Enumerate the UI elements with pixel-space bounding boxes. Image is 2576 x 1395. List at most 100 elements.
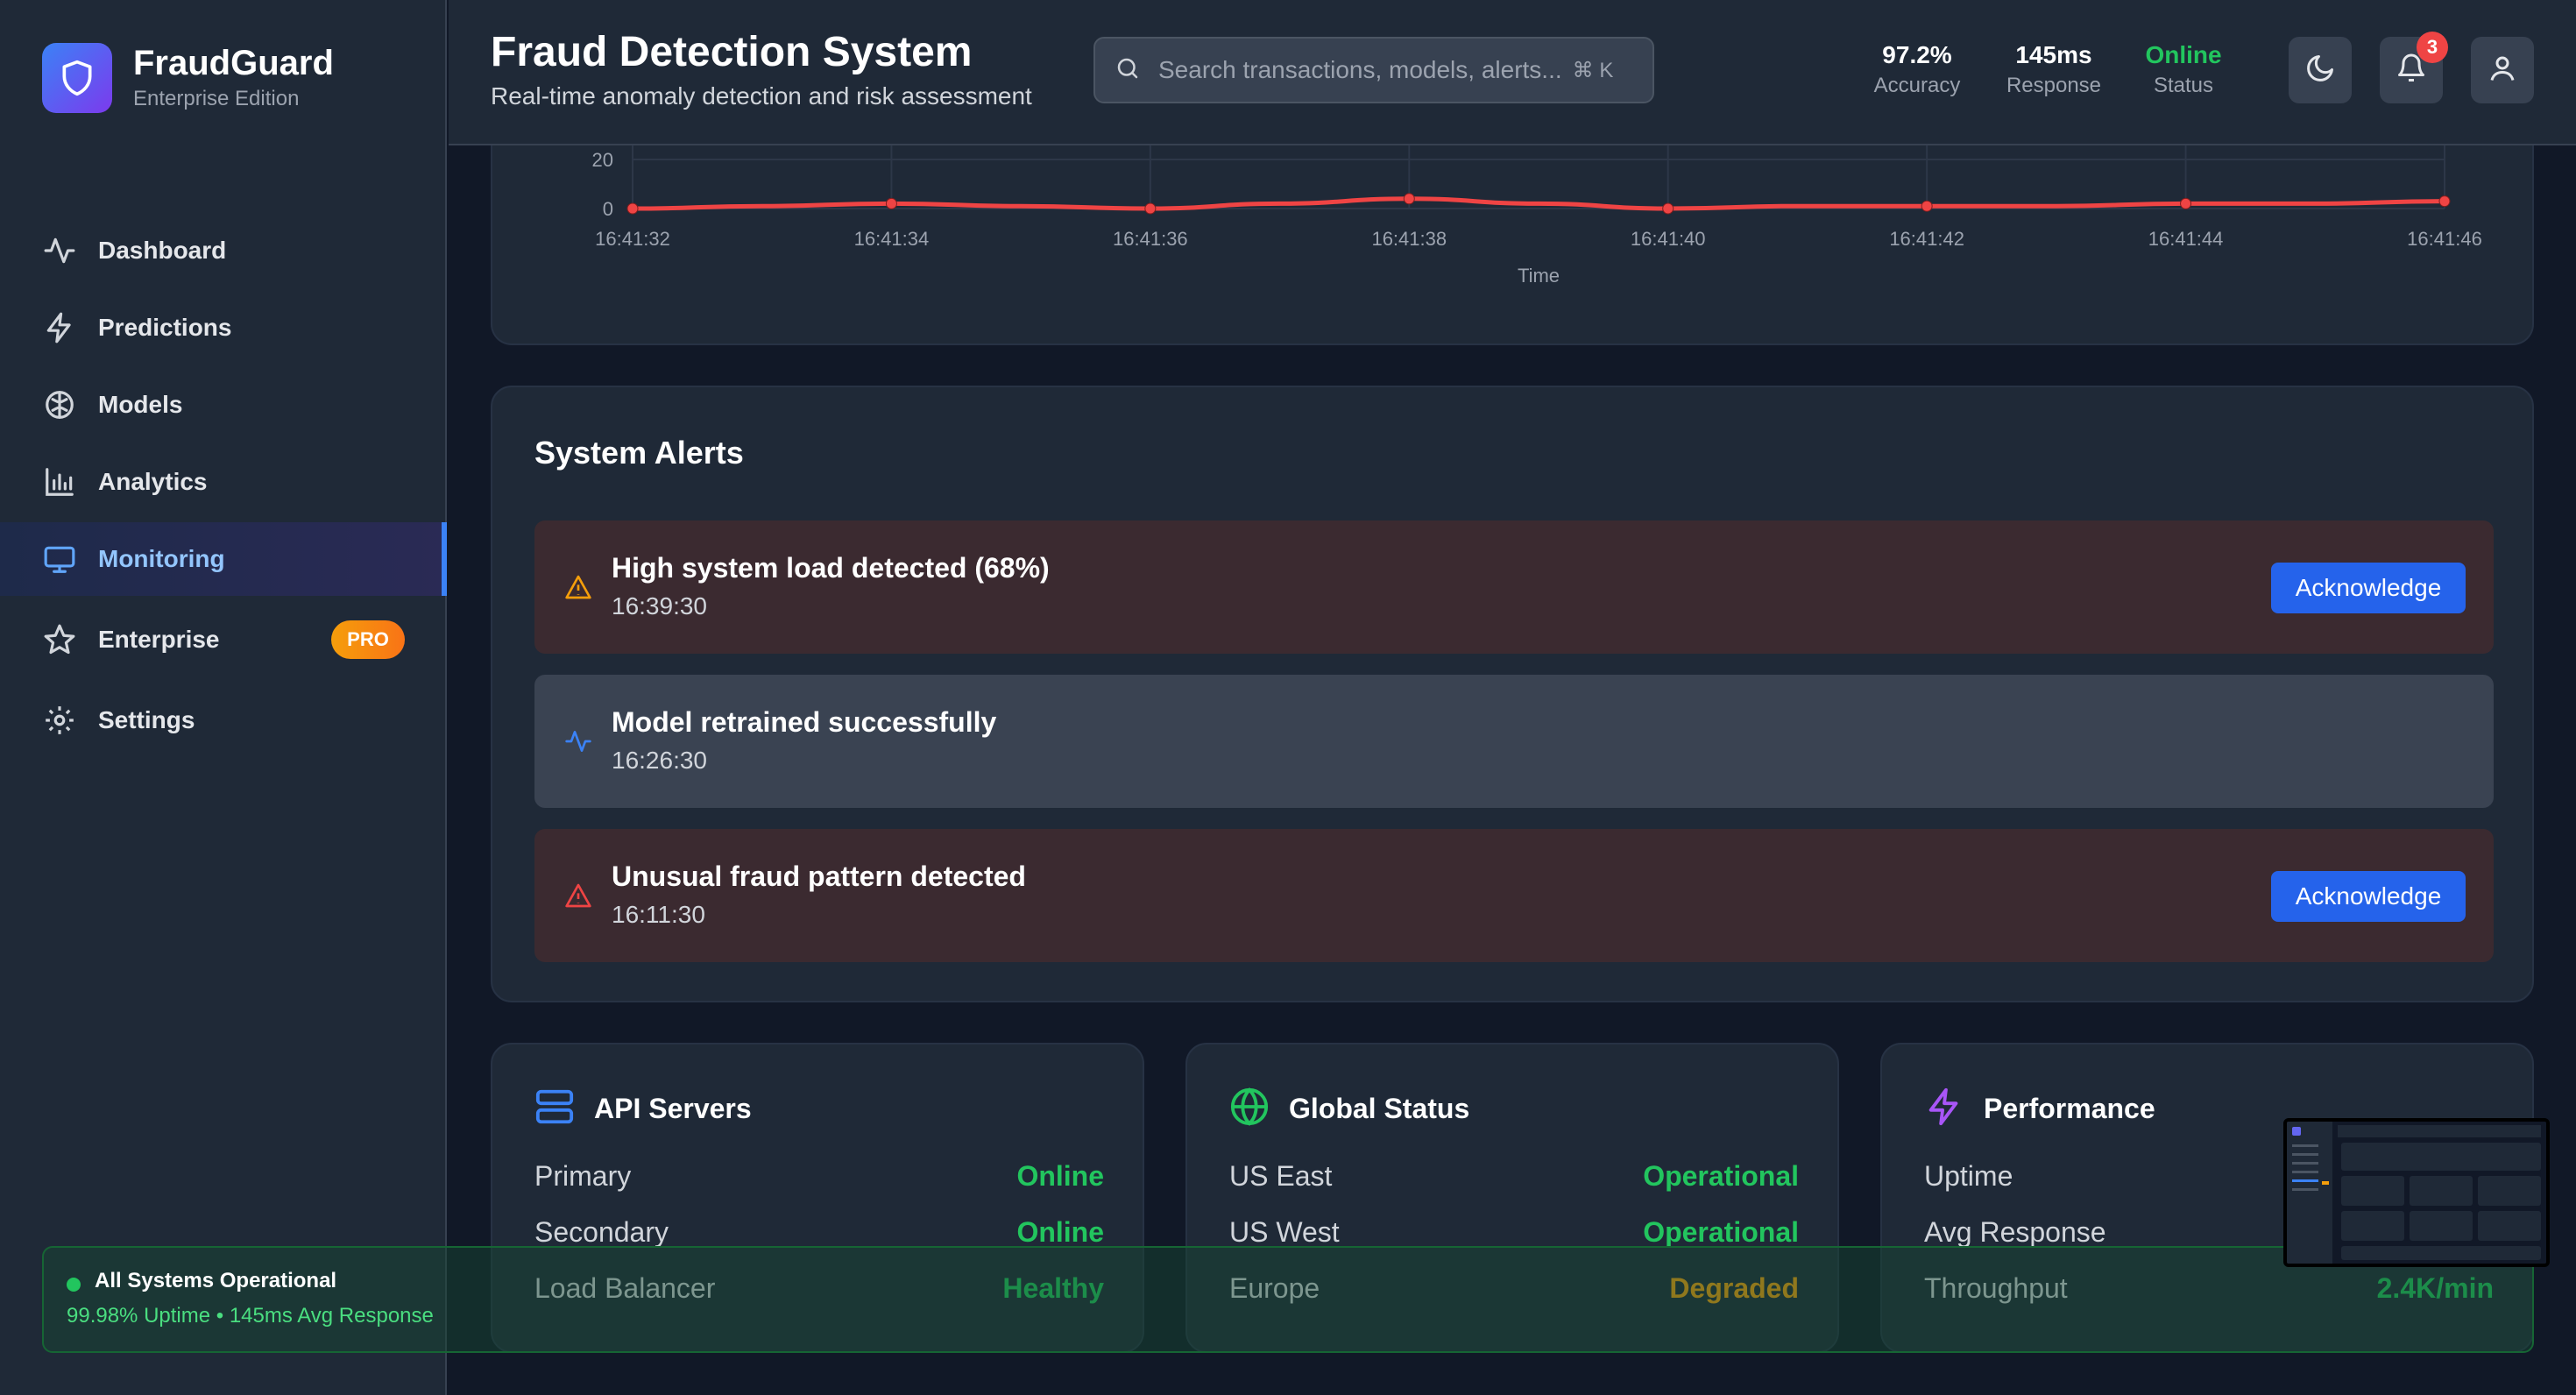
sidebar-item-analytics[interactable]: Analytics (0, 445, 447, 519)
status-label: Primary (534, 1160, 632, 1192)
x-axis-label: Time (1518, 265, 1560, 287)
sidebar: FraudGuard Enterprise Edition Dashboard … (0, 0, 447, 1395)
search-placeholder: Search transactions, models, alerts... (1158, 56, 1562, 83)
acknowledge-button[interactable]: Acknowledge (2271, 563, 2466, 613)
user-menu-button[interactable] (2471, 37, 2534, 103)
sidebar-item-dashboard[interactable]: Dashboard (0, 214, 447, 287)
y-tick-label: 20 (592, 149, 613, 171)
accuracy-stat: 97.2% Accuracy (1865, 39, 1970, 100)
data-point (1144, 202, 1157, 215)
brand-name: FraudGuard (133, 44, 334, 82)
pro-badge: PRO (331, 620, 405, 659)
bolt-icon (42, 310, 77, 345)
sidebar-item-predictions[interactable]: Predictions (0, 291, 447, 365)
stat-value: 97.2% (1882, 41, 1952, 68)
status-label: US West (1229, 1216, 1340, 1248)
alert-item-info: Model retrained successfully 16:26:30 (534, 675, 2494, 808)
system-status-subtitle: 99.98% Uptime • 145ms Avg Response (67, 1304, 434, 1328)
x-tick-label: 16:41:40 (1631, 228, 1706, 250)
card-title: Global Status (1289, 1093, 1470, 1124)
data-point (1921, 200, 1933, 212)
status-row: Primary Online (534, 1155, 1104, 1199)
brand[interactable]: FraudGuard Enterprise Edition (42, 42, 334, 114)
x-tick-label: 16:41:38 (1371, 228, 1447, 250)
stat-value: Online (2145, 41, 2222, 68)
alert-time: 16:39:30 (612, 592, 707, 620)
data-point (626, 202, 639, 215)
status-label: US East (1229, 1160, 1333, 1192)
shield-icon (42, 43, 112, 113)
activity-icon (42, 233, 77, 268)
card-title: Performance (1984, 1093, 2155, 1124)
status-dot (67, 1278, 81, 1292)
stat-value: 145ms (2015, 41, 2092, 68)
sidebar-item-label: Dashboard (98, 237, 227, 264)
alert-time: 16:11:30 (612, 901, 705, 928)
alert-item-critical: Unusual fraud pattern detected 16:11:30 … (534, 829, 2494, 962)
system-alerts-card: System Alerts High system load detected … (491, 386, 2534, 1002)
response-stat: 145ms Response (2001, 39, 2106, 100)
activity-icon (561, 724, 596, 759)
alert-message: High system load detected (68%) (612, 552, 1050, 584)
acknowledge-button[interactable]: Acknowledge (2271, 871, 2466, 922)
status-value: Online (1016, 1160, 1104, 1192)
sidebar-item-label: Models (98, 391, 183, 418)
sidebar-item-label: Settings (98, 706, 195, 733)
x-tick-label: 16:41:36 (1113, 228, 1188, 250)
sidebar-nav: Dashboard Predictions Models Analytics M… (0, 214, 447, 761)
sidebar-item-label: Enterprise (98, 626, 220, 653)
data-point (885, 197, 897, 209)
data-point (1403, 193, 1415, 205)
alert-message: Unusual fraud pattern detected (612, 860, 1026, 892)
alerts-title: System Alerts (534, 435, 744, 471)
search-icon (1115, 55, 1141, 86)
warning-icon (561, 570, 596, 605)
alert-time: 16:26:30 (612, 747, 707, 774)
page-title: Fraud Detection System (491, 29, 973, 75)
y-tick-label: 0 (603, 198, 613, 220)
notifications-button[interactable]: 3 (2380, 32, 2448, 103)
thumbnail-graphic (2287, 1122, 2546, 1264)
search-input[interactable]: Search transactions, models, alerts... ⌘… (1093, 37, 1654, 103)
data-point (1662, 202, 1674, 215)
data-point (2180, 197, 2192, 209)
card-title: API Servers (594, 1093, 752, 1124)
status-value: Online (1016, 1216, 1104, 1248)
sidebar-item-settings[interactable]: Settings (0, 683, 447, 757)
stat-label: Response (2006, 74, 2102, 97)
alert-item-warning: High system load detected (68%) 16:39:30… (534, 520, 2494, 654)
star-icon (42, 622, 77, 657)
status-row: US East Operational (1229, 1155, 1799, 1199)
sidebar-item-enterprise[interactable]: Enterprise PRO (0, 603, 447, 676)
moon-icon (2304, 53, 2336, 89)
status-label: Avg Response (1924, 1216, 2106, 1248)
globe-icon (1229, 1087, 1270, 1131)
sidebar-item-monitoring[interactable]: Monitoring (0, 522, 447, 596)
notification-count-badge: 3 (2417, 32, 2448, 63)
x-tick-label: 16:41:32 (595, 228, 670, 250)
status-value: Operational (1643, 1216, 1799, 1248)
gear-icon (42, 703, 77, 738)
window-preview-thumbnail[interactable] (2283, 1118, 2550, 1267)
status-label: Uptime (1924, 1160, 2013, 1192)
stat-label: Accuracy (1873, 74, 1961, 97)
bar-chart-icon (42, 464, 77, 499)
status-stat: Online Status (2131, 39, 2236, 100)
x-tick-label: 16:41:34 (854, 228, 930, 250)
page-subtitle: Real-time anomaly detection and risk ass… (491, 82, 1032, 110)
stat-label: Status (2153, 74, 2214, 97)
status-value: Operational (1643, 1160, 1799, 1192)
sidebar-item-models[interactable]: Models (0, 368, 447, 442)
x-tick-label: 16:41:44 (2148, 228, 2224, 250)
theme-toggle-button[interactable] (2289, 37, 2352, 103)
x-tick-label: 16:41:46 (2407, 228, 2482, 250)
sidebar-item-label: Analytics (98, 468, 208, 495)
sidebar-item-label: Predictions (98, 314, 232, 341)
brain-icon (42, 387, 77, 422)
brand-edition: Enterprise Edition (133, 87, 300, 110)
server-icon (534, 1087, 575, 1131)
user-icon (2487, 53, 2518, 89)
x-tick-label: 16:41:42 (1889, 228, 1964, 250)
search-shortcut: ⌘ K (1572, 58, 1614, 82)
data-point (2438, 195, 2451, 208)
